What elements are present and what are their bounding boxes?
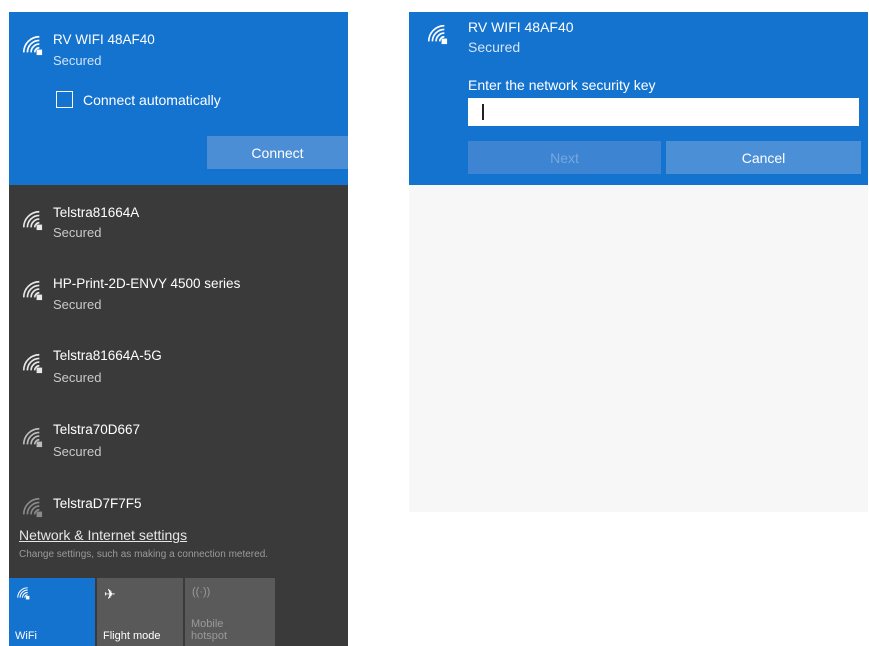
connect-automatically-label: Connect automatically <box>83 92 221 108</box>
network-name: Telstra81664A-5G <box>53 348 162 363</box>
network-name: RV WIFI 48AF40 <box>53 32 155 47</box>
wifi-signal-icon <box>21 426 43 448</box>
network-status: Secured <box>53 297 102 312</box>
flight-mode-quick-action[interactable]: ✈ Flight mode <box>97 578 183 646</box>
network-status: Secured <box>53 444 102 459</box>
airplane-icon: ✈ <box>104 586 116 602</box>
hotspot-icon: ((·)) <box>192 586 211 598</box>
wifi-signal-icon <box>21 279 43 301</box>
connect-automatically-checkbox[interactable] <box>56 91 73 108</box>
wifi-signal-icon <box>21 209 43 231</box>
security-key-prompt: Enter the network security key <box>468 77 656 93</box>
dialog-network-name: RV WIFI 48AF40 <box>468 19 574 35</box>
security-key-input[interactable] <box>468 98 859 126</box>
network-name: Telstra70D667 <box>53 422 141 437</box>
network-name: TelstraD7F7F5 <box>53 496 142 511</box>
security-key-dialog: RV WIFI 48AF40 Secured Enter the network… <box>409 12 868 185</box>
connect-button[interactable]: Connect <box>207 136 348 169</box>
selected-network-item[interactable]: RV WIFI 48AF40 Secured Connect automatic… <box>9 12 348 185</box>
wifi-signal-icon <box>21 34 43 56</box>
cancel-button[interactable]: Cancel <box>666 141 861 174</box>
dialog-network-status: Secured <box>468 39 521 55</box>
quick-action-label: Flight mode <box>103 630 161 642</box>
wifi-signal-icon <box>21 352 43 374</box>
network-status: Secured <box>53 225 102 240</box>
text-caret <box>482 104 484 120</box>
wifi-icon <box>16 586 30 605</box>
network-name: HP-Print-2D-ENVY 4500 series <box>53 276 241 291</box>
network-status: Secured <box>53 53 102 68</box>
network-name: Telstra81664A <box>53 205 140 220</box>
network-settings-description: Change settings, such as making a connec… <box>19 549 269 560</box>
wifi-flyout: RV WIFI 48AF40 Secured Connect automatic… <box>9 12 348 646</box>
wifi-signal-icon <box>426 23 448 45</box>
mobile-hotspot-quick-action[interactable]: ((·)) Mobile hotspot <box>185 578 275 646</box>
quick-action-label: WiFi <box>15 630 37 642</box>
wifi-signal-icon <box>21 496 43 518</box>
quick-action-label: Mobile hotspot <box>191 618 228 642</box>
network-status: Secured <box>53 370 102 385</box>
wifi-quick-action[interactable]: WiFi <box>9 578 95 646</box>
next-button[interactable]: Next <box>468 141 661 174</box>
network-settings-link[interactable]: Network & Internet settings <box>19 527 187 543</box>
security-key-panel: RV WIFI 48AF40 Secured Enter the network… <box>409 12 868 512</box>
